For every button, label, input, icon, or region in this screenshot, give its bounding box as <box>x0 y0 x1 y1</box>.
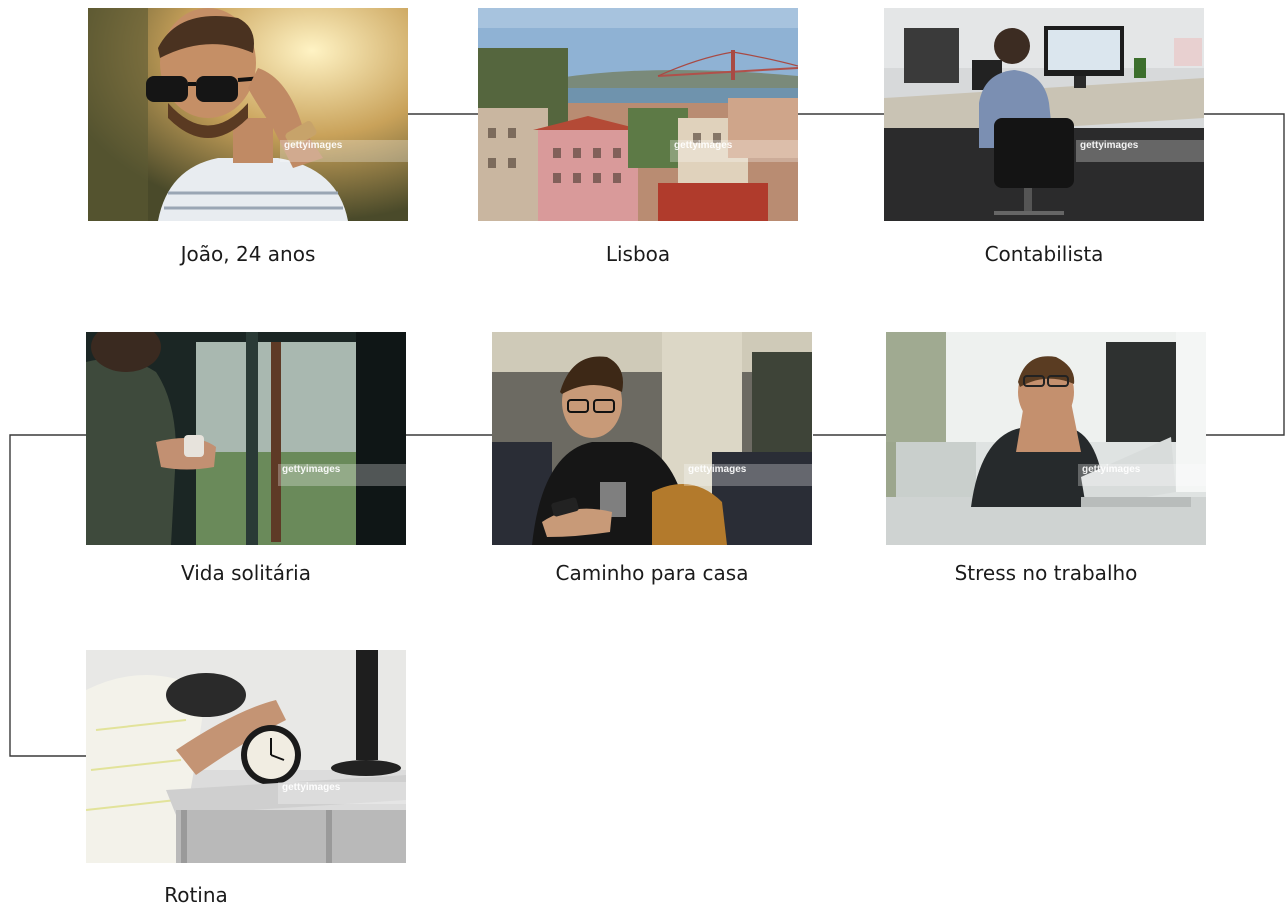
photo-stress-no-trabalho: gettyimages <box>886 332 1206 545</box>
photo-rotina: gettyimages <box>86 650 406 863</box>
photo-contabilista: gettyimages <box>884 8 1204 221</box>
photo-lisboa: gettyimages <box>478 8 798 221</box>
label-caminho-para-casa: Caminho para casa <box>555 561 749 585</box>
label-contabilista: Contabilista <box>984 242 1104 266</box>
label-stress-no-trabalho: Stress no trabalho <box>954 561 1138 585</box>
watermark-caminho-para-casa: gettyimages <box>684 464 812 486</box>
photo-caminho-para-casa: gettyimages <box>492 332 812 545</box>
watermark-lisboa: gettyimages <box>670 140 798 162</box>
watermark-contabilista: gettyimages <box>1076 140 1204 162</box>
watermark-vida-solitaria: gettyimages <box>278 464 406 486</box>
label-joao: João, 24 anos <box>180 242 316 266</box>
watermark-stress-no-trabalho: gettyimages <box>1078 464 1206 486</box>
flow-diagram: gettyimages João, 24 anos gettyimages Li… <box>0 0 1287 911</box>
label-lisboa: Lisboa <box>605 242 671 266</box>
connector-contabilista-stress <box>1204 113 1285 436</box>
label-rotina: Rotina <box>164 883 228 907</box>
label-vida-solitaria: Vida solitária <box>180 561 311 585</box>
watermark-joao: gettyimages <box>280 140 408 162</box>
watermark-rotina: gettyimages <box>278 782 406 804</box>
connector-vida-rotina <box>9 434 86 757</box>
photo-vida-solitaria: gettyimages <box>86 332 406 545</box>
photo-joao: gettyimages <box>88 8 408 221</box>
